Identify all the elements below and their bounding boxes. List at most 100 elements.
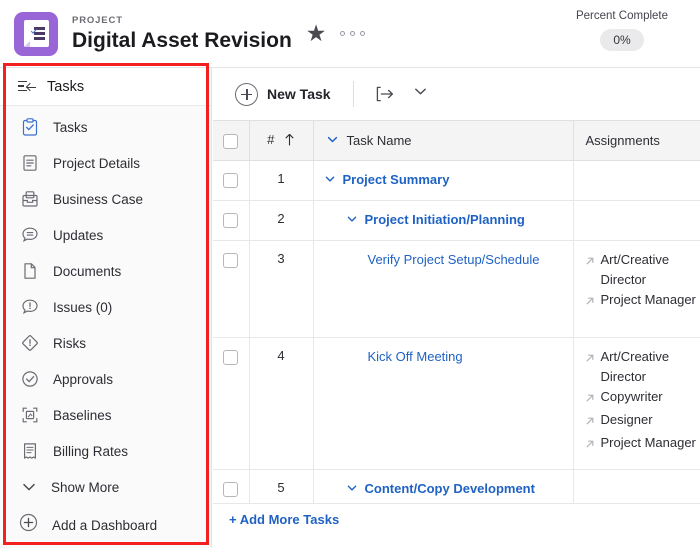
row-number-cell: 2	[249, 200, 314, 241]
chevron-down-icon[interactable]	[324, 173, 336, 188]
assignment-item[interactable]: Project Manager	[584, 433, 700, 456]
document-lines-icon	[20, 153, 40, 173]
task-name-link[interactable]: Kick Off Meeting	[368, 348, 463, 366]
add-more-tasks-button[interactable]: + Add More Tasks	[213, 504, 700, 527]
sidebar-item-label: Tasks	[53, 119, 88, 135]
assignment-item[interactable]: Project Manager	[584, 290, 700, 313]
assignment-item[interactable]: Designer	[584, 410, 700, 433]
row-select-cell[interactable]	[213, 337, 250, 470]
tasks-main-panel: New Task # Task Name Assignments 1 Proje…	[213, 68, 700, 548]
row-assignments-cell[interactable]	[573, 160, 700, 201]
task-name-link[interactable]: Project Initiation/Planning	[365, 211, 525, 229]
circle-plus-icon	[235, 82, 258, 106]
sidebar-item-baselines[interactable]: Baselines	[0, 397, 211, 433]
assignment-label: Copywriter	[600, 389, 663, 404]
row-number-cell: 5	[249, 469, 314, 504]
row-name-cell[interactable]: Kick Off Meeting	[313, 337, 574, 470]
collapse-sidebar-icon[interactable]	[18, 80, 36, 94]
table-header-row: # Task Name Assignments	[213, 120, 700, 161]
sidebar-item-approvals[interactable]: Approvals	[0, 361, 211, 397]
row-checkbox[interactable]	[223, 350, 239, 366]
task-name-link[interactable]: Project Summary	[343, 171, 450, 189]
chevron-down-icon[interactable]	[326, 133, 339, 149]
assignment-label: Art/Creative Director	[600, 349, 670, 384]
tasks-table-body: 1 Project Summary 2 Project Initiation/P…	[213, 160, 700, 504]
comment-alert-icon	[20, 297, 40, 317]
task-name-link[interactable]: Content/Copy Development	[365, 480, 535, 498]
select-all-checkbox[interactable]	[223, 133, 239, 149]
row-checkbox[interactable]	[223, 482, 239, 498]
project-document-icon	[14, 11, 58, 56]
row-name-cell[interactable]: Project Initiation/Planning	[313, 200, 574, 241]
sidebar-item-label: Approvals	[53, 371, 114, 387]
sidebar-item-risks[interactable]: Risks	[0, 325, 211, 361]
page-header: PROJECT Digital Asset Revision ★ Percent…	[0, 0, 700, 68]
row-select-cell[interactable]	[213, 469, 250, 504]
assignment-label: Art/Creative Director	[600, 252, 670, 287]
assignment-item[interactable]: Art/Creative Director	[584, 250, 700, 290]
task-name-link[interactable]: Verify Project Setup/Schedule	[368, 251, 540, 269]
tasks-table: # Task Name Assignments 1 Project Summar…	[213, 120, 700, 504]
sidebar-show-more[interactable]: Show More	[0, 469, 211, 502]
row-checkbox[interactable]	[223, 253, 239, 269]
sidebar-item-updates[interactable]: Updates	[0, 217, 211, 253]
table-row[interactable]: 4 Kick Off Meeting Art/Creative Director…	[213, 337, 700, 470]
row-assignments-cell[interactable]: Art/Creative Director Copywriter Designe…	[573, 337, 700, 470]
export-arrow-icon[interactable]	[374, 84, 396, 104]
table-row[interactable]: 2 Project Initiation/Planning	[213, 200, 700, 241]
row-assignments-cell[interactable]: Art/Creative Director Project Manager	[573, 240, 700, 338]
receipt-icon	[20, 441, 40, 461]
comment-lines-icon	[20, 225, 40, 245]
sidebar-item-label: Documents	[53, 263, 122, 279]
column-header-number[interactable]: #	[249, 120, 314, 161]
sidebar-item-billing-rates[interactable]: Billing Rates	[0, 433, 211, 469]
row-name-cell[interactable]: Content/Copy Development	[313, 469, 574, 504]
assignment-arrow-icon	[584, 253, 596, 273]
row-name-cell[interactable]: Project Summary	[313, 160, 574, 201]
sidebar-item-label: Updates	[53, 227, 104, 243]
assignment-item[interactable]: Art/Creative Director	[584, 347, 700, 387]
column-header-assignments[interactable]: Assignments	[573, 120, 700, 161]
sidebar-item-label: Issues (0)	[53, 299, 113, 315]
table-row[interactable]: 3 Verify Project Setup/Schedule Art/Crea…	[213, 240, 700, 338]
row-select-cell[interactable]	[213, 240, 250, 338]
new-task-label: New Task	[267, 86, 331, 102]
new-task-button[interactable]: New Task	[235, 82, 331, 106]
star-icon[interactable]: ★	[306, 22, 327, 45]
chevron-down-icon[interactable]	[346, 482, 358, 497]
assignment-arrow-icon	[584, 390, 596, 410]
diamond-alert-icon	[20, 333, 40, 353]
row-assignments-cell[interactable]	[573, 200, 700, 241]
sidebar-item-issues[interactable]: Issues (0)	[0, 289, 211, 325]
row-select-cell[interactable]	[213, 160, 250, 201]
tasks-table-header: # Task Name Assignments	[213, 120, 700, 161]
column-header-task-name[interactable]: Task Name	[313, 120, 574, 161]
table-row[interactable]: 5 Content/Copy Development	[213, 469, 700, 504]
row-select-cell[interactable]	[213, 200, 250, 241]
row-checkbox[interactable]	[223, 173, 239, 189]
select-all-header[interactable]	[213, 120, 250, 161]
tasks-toolbar: New Task	[213, 68, 700, 120]
more-options-icon[interactable]	[340, 31, 366, 36]
sidebar-item-label: Risks	[53, 335, 86, 351]
chevron-down-icon[interactable]	[346, 213, 358, 228]
column-header-number-label: #	[267, 132, 275, 148]
row-checkbox[interactable]	[223, 213, 239, 229]
sidebar-item-documents[interactable]: Documents	[0, 253, 211, 289]
table-row[interactable]: 1 Project Summary	[213, 160, 700, 201]
sidebar-item-project-details[interactable]: Project Details	[0, 145, 211, 181]
sidebar-header[interactable]: Tasks	[0, 68, 211, 106]
chevron-down-icon[interactable]	[412, 83, 429, 105]
sidebar-item-business-case[interactable]: Business Case	[0, 181, 211, 217]
assignment-arrow-icon	[584, 413, 596, 433]
add-dashboard-button[interactable]: Add a Dashboard	[0, 502, 211, 548]
percent-complete-value[interactable]: 0%	[600, 29, 644, 51]
percent-complete-block: Percent Complete 0%	[558, 8, 686, 51]
row-name-cell[interactable]: Verify Project Setup/Schedule	[313, 240, 574, 338]
assignment-item[interactable]: Copywriter	[584, 387, 700, 410]
sidebar-item-tasks[interactable]: Tasks	[0, 109, 211, 145]
assignment-arrow-icon	[584, 293, 596, 313]
page-icon	[20, 261, 40, 281]
assignment-label: Designer	[600, 412, 653, 427]
row-assignments-cell[interactable]	[573, 469, 700, 504]
